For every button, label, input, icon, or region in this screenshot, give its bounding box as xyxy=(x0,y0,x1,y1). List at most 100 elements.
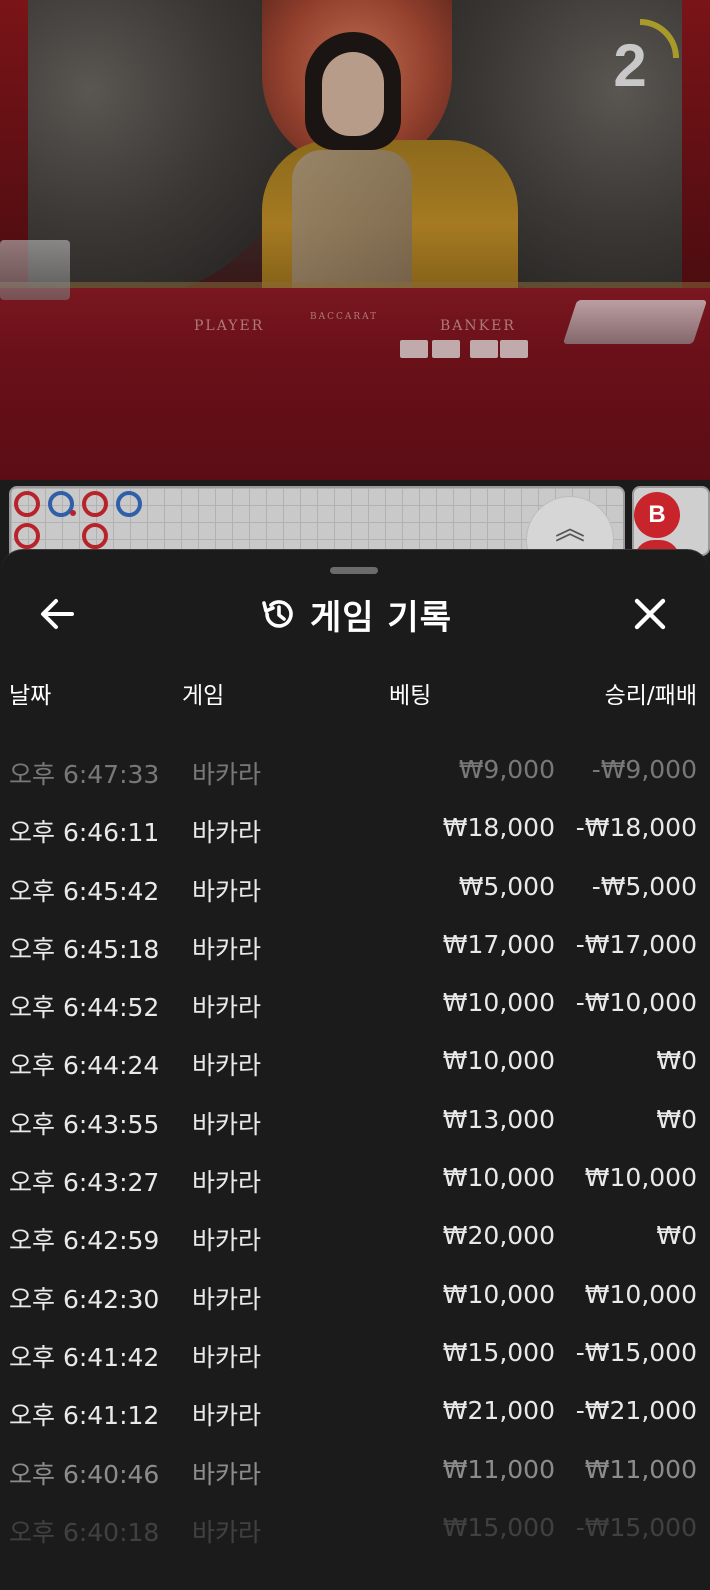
row-bet: ₩17,000 xyxy=(442,929,555,959)
dealer-face xyxy=(322,52,384,136)
row-bet: ₩10,000 xyxy=(442,1163,555,1193)
row-bet: ₩10,000 xyxy=(442,988,555,1018)
row-time: 오후 6:45:18 xyxy=(9,934,160,964)
row-time: 오후 6:47:33 xyxy=(9,760,160,789)
road-bead-banker xyxy=(82,491,108,517)
row-bet: ₩11,000 xyxy=(442,1454,555,1484)
row-result: ₩0 xyxy=(656,1221,697,1251)
table-row[interactable]: 오후 6:42:59 바카라 ₩20,000 ₩0 xyxy=(0,1208,710,1266)
row-game: 바카라 xyxy=(192,1168,262,1198)
road-bead-banker xyxy=(82,523,108,549)
row-result: ₩10,000 xyxy=(584,1163,697,1193)
road-bead-player xyxy=(116,491,142,517)
countdown-timer: 2 xyxy=(613,32,647,99)
row-bet: ₩10,000 xyxy=(442,1279,555,1309)
row-result: -₩9,000 xyxy=(591,755,697,784)
table-row[interactable]: 오후 6:44:52 바카라 ₩10,000 -₩10,000 xyxy=(0,975,710,1033)
table-row[interactable]: 오후 6:44:24 바카라 ₩10,000 ₩0 xyxy=(0,1033,710,1091)
chevron-up-icon: ︽ xyxy=(555,512,585,547)
table-row[interactable]: 오후 6:45:42 바카라 ₩5,000 -₩5,000 xyxy=(0,859,710,917)
row-bet: ₩18,000 xyxy=(442,813,555,843)
row-game: 바카라 xyxy=(192,1226,262,1256)
row-result: -₩17,000 xyxy=(575,929,697,959)
row-bet: ₩10,000 xyxy=(442,1046,555,1076)
live-video: PLAYER BACCARAT BANKER 2 xyxy=(0,0,710,480)
row-game: 바카라 xyxy=(192,760,262,789)
column-header-game: 게임 xyxy=(182,683,225,709)
table-label-banker: BANKER xyxy=(440,318,516,334)
row-time: 오후 6:44:52 xyxy=(9,993,160,1023)
row-time: 오후 6:46:11 xyxy=(9,818,160,848)
card-shoe xyxy=(562,300,708,344)
history-table-header: 날짜 게임 베팅 승리/패배 xyxy=(0,676,710,716)
row-result: -₩15,000 xyxy=(575,1512,697,1542)
row-result: ₩0 xyxy=(656,1046,697,1076)
playing-card xyxy=(400,340,428,358)
row-result: ₩10,000 xyxy=(584,1279,697,1309)
table-row[interactable]: 오후 6:42:30 바카라 ₩10,000 ₩10,000 xyxy=(0,1267,710,1325)
row-game: 바카라 xyxy=(192,1284,262,1314)
sheet-drag-handle[interactable] xyxy=(330,567,378,574)
row-time: 오후 6:45:42 xyxy=(9,876,160,906)
row-game: 바카라 xyxy=(192,993,262,1023)
table-row[interactable]: 오후 6:41:12 바카라 ₩21,000 -₩21,000 xyxy=(0,1383,710,1441)
close-button[interactable] xyxy=(624,588,676,640)
column-header-bet: 베팅 xyxy=(389,683,432,709)
row-result: ₩0 xyxy=(656,1104,697,1134)
table-label-player: PLAYER xyxy=(194,318,265,334)
road-bead-banker xyxy=(14,491,40,517)
table-label-brand: BACCARAT xyxy=(310,312,379,322)
close-icon xyxy=(634,598,666,630)
row-result: ₩11,000 xyxy=(584,1454,697,1484)
row-time: 오후 6:42:59 xyxy=(9,1226,160,1256)
row-game: 바카라 xyxy=(192,1342,262,1372)
row-time: 오후 6:41:42 xyxy=(9,1342,160,1372)
table-row[interactable]: 오후 6:41:42 바카라 ₩15,000 -₩15,000 xyxy=(0,1325,710,1383)
row-result: -₩21,000 xyxy=(575,1396,697,1426)
row-bet: ₩9,000 xyxy=(458,755,555,784)
column-header-result: 승리/패배 xyxy=(604,683,697,709)
row-bet: ₩21,000 xyxy=(442,1396,555,1426)
row-game: 바카라 xyxy=(192,934,262,964)
sheet-header: 게임 기록 xyxy=(0,586,710,642)
column-header-date: 날짜 xyxy=(9,683,52,709)
row-time: 오후 6:44:24 xyxy=(9,1051,160,1081)
playing-card xyxy=(470,340,498,358)
playing-card xyxy=(432,340,460,358)
row-game: 바카라 xyxy=(192,1517,262,1547)
table-row[interactable]: 오후 6:43:27 바카라 ₩10,000 ₩10,000 xyxy=(0,1150,710,1208)
history-table-body[interactable]: 오후 6:47:33 바카라 ₩9,000 -₩9,000 오후 6:46:11… xyxy=(0,742,710,1558)
row-game: 바카라 xyxy=(192,1109,262,1139)
row-result: -₩5,000 xyxy=(591,871,697,901)
table-row[interactable]: 오후 6:40:18 바카라 ₩15,000 -₩15,000 xyxy=(0,1500,710,1558)
row-time: 오후 6:43:27 xyxy=(9,1168,160,1198)
row-time: 오후 6:41:12 xyxy=(9,1401,160,1431)
row-result: -₩10,000 xyxy=(575,988,697,1018)
row-time: 오후 6:43:55 xyxy=(9,1109,160,1139)
row-bet: ₩20,000 xyxy=(442,1221,555,1251)
table-row[interactable]: 오후 6:40:46 바카라 ₩11,000 ₩11,000 xyxy=(0,1442,710,1500)
table-row[interactable]: 오후 6:47:33 바카라 ₩9,000 -₩9,000 xyxy=(0,742,710,800)
banker-badge: B xyxy=(634,492,680,538)
row-game: 바카라 xyxy=(192,1051,262,1081)
table-row[interactable]: 오후 6:46:11 바카라 ₩18,000 -₩18,000 xyxy=(0,800,710,858)
history-icon xyxy=(262,600,293,628)
chip-tray xyxy=(0,240,70,300)
row-bet: ₩5,000 xyxy=(458,871,555,901)
row-bet: ₩13,000 xyxy=(442,1104,555,1134)
row-time: 오후 6:42:30 xyxy=(9,1284,160,1314)
table-row[interactable]: 오후 6:43:55 바카라 ₩13,000 ₩0 xyxy=(0,1092,710,1150)
row-game: 바카라 xyxy=(192,1401,262,1431)
red-drape-right xyxy=(682,0,710,300)
row-time: 오후 6:40:46 xyxy=(9,1459,160,1489)
dealer-vest xyxy=(292,150,412,300)
row-result: -₩15,000 xyxy=(575,1337,697,1367)
row-game: 바카라 xyxy=(192,818,262,848)
row-game: 바카라 xyxy=(192,1459,262,1489)
row-bet: ₩15,000 xyxy=(442,1512,555,1542)
row-time: 오후 6:40:18 xyxy=(9,1517,160,1547)
row-result: -₩18,000 xyxy=(575,813,697,843)
road-bead-banker xyxy=(14,523,40,549)
table-row[interactable]: 오후 6:45:18 바카라 ₩17,000 -₩17,000 xyxy=(0,917,710,975)
playing-card xyxy=(500,340,528,358)
